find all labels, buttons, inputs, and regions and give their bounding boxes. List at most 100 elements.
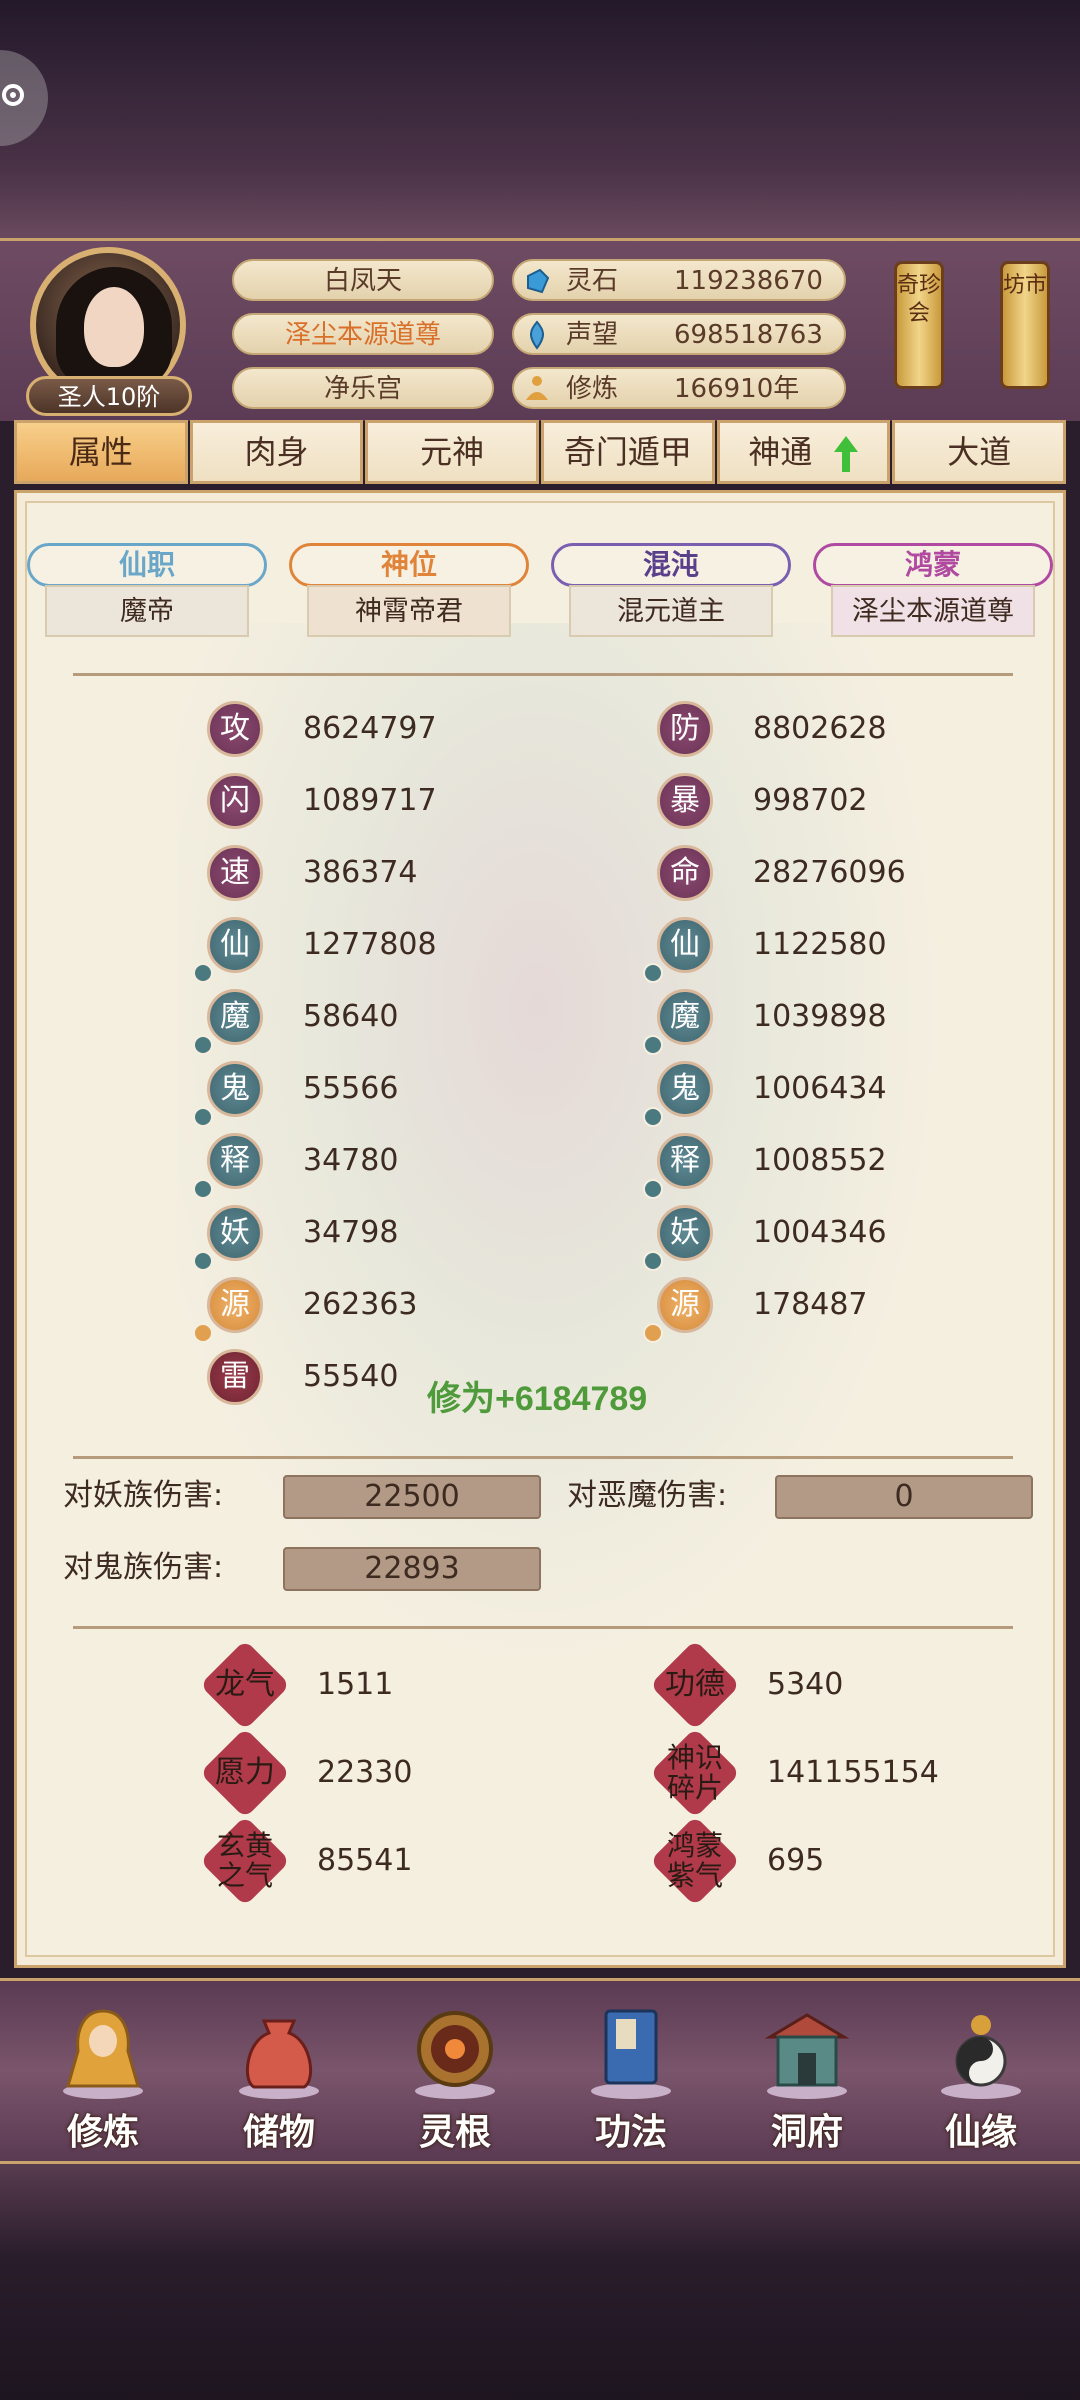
stat-badge: 释	[657, 1133, 713, 1189]
bottom-background	[0, 2160, 1080, 2400]
nav-storage[interactable]: 储物	[204, 1991, 354, 2153]
tab-label: 神通	[748, 433, 813, 471]
special-stat-label: 神识碎片	[666, 1741, 723, 1804]
rank-badge: 圣人10阶	[26, 376, 192, 416]
rank-value: 混元道主	[569, 585, 773, 637]
damage-value-box: 22893	[283, 1547, 541, 1591]
tab-great-dao[interactable]: 大道	[892, 420, 1067, 484]
meditation-icon	[526, 376, 548, 400]
divider	[73, 1626, 1013, 1629]
rank-value: 魔帝	[45, 585, 249, 637]
stat-value: 28276096	[753, 855, 906, 890]
tab-qimen[interactable]: 奇门遁甲	[541, 420, 715, 484]
rank-head: 神位	[289, 543, 529, 587]
lantern-treasure-market[interactable]: 奇珍会	[894, 261, 944, 389]
stat-badge: 命	[657, 845, 713, 901]
nav-immortal-fate[interactable]: 仙缘	[906, 1991, 1056, 2153]
damage-label: 对妖族伤害:	[63, 1478, 224, 1513]
stat-element-marker	[193, 1035, 213, 1055]
stat-badge: 释	[207, 1133, 263, 1189]
tab-attributes[interactable]: 属性	[14, 420, 188, 484]
cultivation-gain-popup: 修为+6184789	[427, 1380, 648, 1418]
nav-label: 修炼	[66, 2112, 139, 2153]
special-stat-value: 22330	[317, 1755, 413, 1790]
damage-value-box: 0	[775, 1475, 1033, 1519]
character-name: 白凤天	[232, 259, 494, 301]
special-stat-value: 695	[767, 1843, 825, 1878]
rank-head: 混沌	[551, 543, 791, 587]
damage-label: 对鬼族伤害:	[63, 1550, 224, 1585]
stat-value: 34780	[303, 1143, 399, 1178]
stat-badge: 雷	[207, 1349, 263, 1405]
resource-spirit-stone: 灵石 119238670	[512, 259, 846, 301]
stat-value: 178487	[753, 1287, 868, 1322]
nav-cultivate[interactable]: 修炼	[28, 1991, 178, 2153]
stat-value: 58640	[303, 999, 399, 1034]
stat-element-marker	[193, 963, 213, 983]
storage-bag-icon	[239, 2019, 319, 2099]
nav-techniques[interactable]: 功法	[556, 1991, 706, 2153]
resource-value: 698518763	[674, 320, 823, 350]
tab-soul[interactable]: 元神	[365, 420, 540, 484]
stat-badge: 鬼	[207, 1061, 263, 1117]
character-header: 圣人10阶 白凤天 泽尘本源道尊 净乐宫 灵石 119238670 声望 698…	[0, 238, 1080, 421]
scripture-book-icon	[591, 2009, 671, 2099]
rank-head: 仙职	[27, 543, 267, 587]
nav-cave-dwelling[interactable]: 洞府	[732, 1991, 882, 2153]
green-up-arrow-icon	[833, 436, 858, 472]
damage-label: 对恶魔伤害:	[567, 1478, 728, 1513]
stat-badge: 妖	[657, 1205, 713, 1261]
stat-value: 55566	[303, 1071, 399, 1106]
character-title: 泽尘本源道尊	[232, 313, 494, 355]
attribute-tabs: 属性 肉身 元神 奇门遁甲 神通 大道	[14, 420, 1067, 488]
resource-label: 修炼	[566, 374, 619, 404]
rank-card-god-position: 神位 神霄帝君	[289, 543, 529, 641]
divider	[73, 673, 1013, 676]
stat-badge: 攻	[207, 701, 263, 757]
stat-value: 1089717	[303, 783, 437, 818]
stat-element-marker	[193, 1323, 213, 1343]
special-stat-value: 5340	[767, 1667, 844, 1702]
immortal-fate-icon	[941, 2015, 1021, 2099]
resource-label: 灵石	[566, 266, 619, 296]
tab-body[interactable]: 肉身	[189, 420, 364, 484]
stat-value: 55540	[303, 1359, 399, 1394]
stat-element-marker	[643, 1035, 663, 1055]
stat-badge: 魔	[657, 989, 713, 1045]
stat-element-marker	[643, 1323, 663, 1343]
rank-card-hongmeng: 鸿蒙 泽尘本源道尊	[813, 543, 1053, 641]
stat-badge: 魔	[207, 989, 263, 1045]
rank-value: 泽尘本源道尊	[831, 585, 1035, 637]
lantern-marketplace[interactable]: 坊市	[1000, 261, 1050, 389]
top-background	[0, 0, 1080, 240]
gear-icon	[2, 84, 24, 106]
nav-label: 功法	[594, 2112, 667, 2153]
spirit-root-icon	[415, 2011, 495, 2099]
spirit-stone-icon	[527, 268, 550, 294]
special-stat-label: 鸿蒙紫气	[666, 1829, 723, 1892]
nav-spirit-root[interactable]: 灵根	[380, 1991, 530, 2153]
nav-label: 仙缘	[944, 2112, 1017, 2153]
tab-divine-power[interactable]: 神通	[716, 420, 891, 484]
panel-inner: 仙职 魔帝 神位 神霄帝君 混沌 混元道主 鸿蒙 泽尘本源道尊 攻 8624797…	[25, 501, 1055, 1957]
rank-card-chaos: 混沌 混元道主	[551, 543, 791, 641]
character-sect: 净乐宫	[232, 367, 494, 409]
stat-element-marker	[643, 1179, 663, 1199]
stat-value: 1039898	[753, 999, 887, 1034]
stat-value: 1004346	[753, 1215, 887, 1250]
reputation-icon	[530, 320, 544, 350]
stat-badge: 源	[207, 1277, 263, 1333]
special-stat-label: 玄黄之气	[216, 1829, 273, 1892]
resource-value: 166910年	[674, 374, 800, 404]
stat-element-marker	[193, 1107, 213, 1127]
stat-badge: 暴	[657, 773, 713, 829]
stat-badge: 闪	[207, 773, 263, 829]
stat-value: 1122580	[753, 927, 887, 962]
stat-value: 8802628	[753, 711, 887, 746]
damage-value-box: 22500	[283, 1475, 541, 1519]
special-stat-value: 85541	[317, 1843, 413, 1878]
stat-element-marker	[193, 1251, 213, 1271]
attribute-panel: 仙职 魔帝 神位 神霄帝君 混沌 混元道主 鸿蒙 泽尘本源道尊 攻 8624797…	[14, 490, 1066, 1968]
stat-value: 1008552	[753, 1143, 887, 1178]
stat-value: 1277808	[303, 927, 437, 962]
